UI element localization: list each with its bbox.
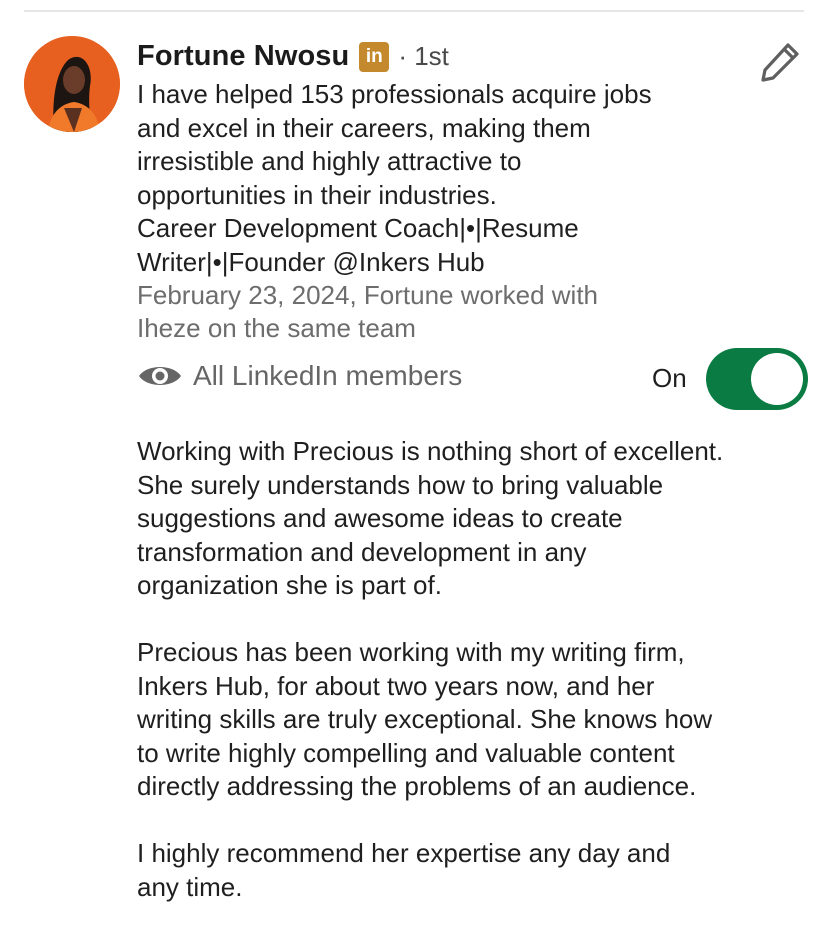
avatar[interactable]: [24, 36, 120, 132]
recommendation-card: Fortune Nwosu in · 1st I have helped 153…: [0, 0, 822, 926]
visibility-label: All LinkedIn members: [193, 360, 463, 391]
visibility-toggle[interactable]: [706, 348, 808, 410]
recommendation-paragraph: Precious has been working with my writin…: [137, 637, 713, 801]
recommendation-paragraph: I highly recommend her expertise any day…: [137, 838, 671, 902]
linkedin-icon: in: [359, 41, 390, 72]
eye-icon: [139, 367, 181, 385]
top-divider: [24, 10, 804, 12]
recommendation-body: Working with Precious is nothing short o…: [137, 435, 807, 904]
headline-text: I have helped 153 professionals acquire …: [137, 79, 652, 277]
recommendation-paragraph: Working with Precious is nothing short o…: [137, 436, 724, 600]
toggle-knob: [751, 353, 803, 405]
recommender-header: Fortune Nwosu in · 1st: [137, 40, 752, 73]
recommender-name[interactable]: Fortune Nwosu: [137, 40, 349, 73]
recommendation-context: February 23, 2024, Fortune worked with I…: [137, 279, 737, 345]
avatar-photo: [24, 36, 120, 132]
connection-degree: · 1st: [398, 41, 449, 71]
visibility-setting: All LinkedIn members: [137, 360, 462, 392]
context-text: February 23, 2024, Fortune worked with I…: [137, 280, 599, 343]
toggle-state-label: On: [652, 363, 687, 393]
recommender-headline: I have helped 153 professionals acquire …: [137, 78, 777, 279]
